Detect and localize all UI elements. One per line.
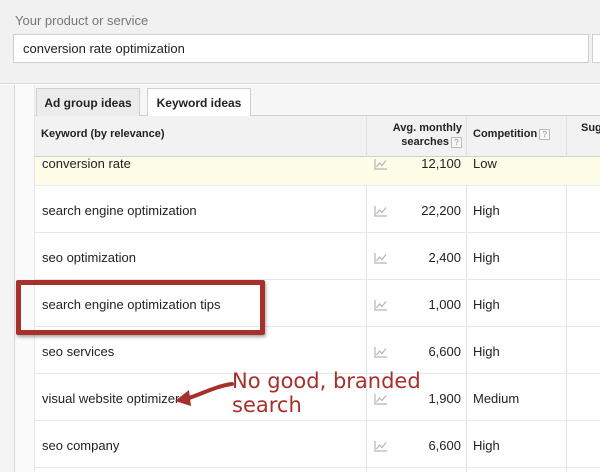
keyword-link[interactable]: conversion rate (42, 156, 131, 171)
competition-value: High (473, 203, 500, 218)
monthly-searches-value: 12,100 (421, 156, 461, 171)
competition-value: High (473, 438, 500, 453)
annotation-line1: No good, branded (232, 369, 421, 393)
product-input[interactable]: conversion rate optimization (13, 34, 589, 63)
monthly-searches-value: 1,000 (428, 297, 461, 312)
annotation-arrow-icon (175, 382, 234, 406)
annotation-text: No good, branded search (232, 369, 421, 417)
header-avg-line2: searches? (380, 135, 462, 149)
competition-value: High (473, 297, 500, 312)
annotation-line2: search (232, 393, 302, 417)
table-row[interactable]: search engine optimization 22,200 High (35, 186, 600, 233)
trend-chart-icon[interactable] (374, 346, 388, 358)
trend-chart-icon[interactable] (374, 440, 388, 452)
competition-value: Low (473, 156, 497, 171)
header-keyword[interactable]: Keyword (by relevance) (41, 128, 165, 140)
help-icon[interactable]: ? (451, 136, 462, 148)
header-suggested-bid[interactable]: Sug (581, 122, 600, 134)
keyword-link[interactable]: visual website optimizer (42, 391, 179, 406)
trend-chart-icon[interactable] (374, 158, 388, 170)
trend-chart-icon[interactable] (374, 299, 388, 311)
keyword-link[interactable]: seo services (42, 344, 114, 359)
table-row[interactable]: seo optimization 2,400 High (35, 233, 600, 280)
table-row[interactable]: seo company 6,600 High (35, 421, 600, 468)
monthly-searches-value: 2,400 (428, 250, 461, 265)
product-label: Your product or service (15, 13, 149, 28)
left-rail-inner (15, 85, 35, 472)
competition-value: Medium (473, 391, 520, 406)
highlight-box (16, 280, 265, 335)
help-icon[interactable]: ? (539, 128, 551, 140)
monthly-searches-value: 6,600 (428, 344, 461, 359)
header-avg-monthly-searches[interactable]: Avg. monthly searches? (380, 121, 462, 149)
monthly-searches-value: 22,200 (421, 203, 461, 218)
header-competition[interactable]: Competition? (473, 128, 551, 140)
left-rail (0, 85, 15, 472)
trend-chart-icon[interactable] (374, 205, 388, 217)
keyword-link[interactable]: search engine optimization (42, 203, 197, 218)
table-header: Keyword (by relevance) Avg. monthly sear… (35, 116, 600, 157)
keyword-link[interactable]: seo company (42, 438, 119, 453)
header-avg-line1: Avg. monthly (392, 122, 462, 134)
keyword-link[interactable]: seo optimization (42, 250, 136, 265)
search-panel: Your product or service conversion rate … (0, 0, 600, 84)
secondary-input[interactable] (592, 34, 600, 63)
tab-ad-group-ideas[interactable]: Ad group ideas (36, 88, 140, 117)
competition-value: High (473, 250, 500, 265)
monthly-searches-value: 6,600 (428, 438, 461, 453)
table-row[interactable]: conversion rate 12,100 Low (35, 156, 600, 186)
tab-keyword-ideas[interactable]: Keyword ideas (147, 88, 251, 117)
trend-chart-icon[interactable] (374, 252, 388, 264)
competition-value: High (473, 344, 500, 359)
